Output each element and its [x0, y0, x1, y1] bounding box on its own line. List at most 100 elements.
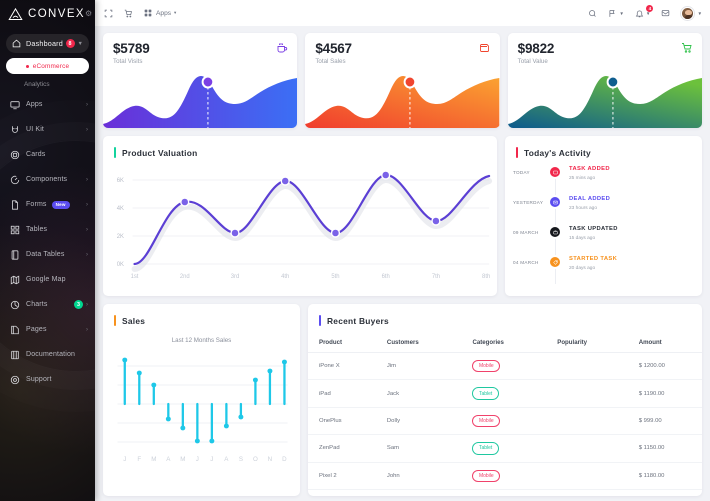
sidebar-label: Tables	[26, 226, 48, 233]
cell-product: OnePlus	[308, 407, 376, 436]
stat-head: $5789 Total Visits	[103, 33, 297, 65]
sidebar-item-cards[interactable]: Cards	[0, 142, 95, 167]
stat-card-total-sales[interactable]: $4567 Total Sales	[305, 33, 500, 128]
cell-product: Pixel 2	[308, 489, 376, 496]
home-icon	[12, 39, 21, 48]
sidebar-subitem-analytics[interactable]: Analytics	[0, 77, 95, 92]
messages-button[interactable]	[661, 9, 670, 18]
stat-card-total-visits[interactable]: $5789 Total Visits	[103, 33, 298, 128]
activity-item[interactable]: 04 MARCH STARTED TASK 20 days ago	[513, 256, 692, 284]
sidebar-item-documentation[interactable]: Documentation	[0, 342, 95, 367]
activity-item[interactable]: 09 MARCH TASK UPDATED 15 days ago	[513, 226, 692, 258]
section-head: Today's Activity	[505, 136, 702, 158]
table-row[interactable]: ZenPad Sam Tablet $ 1150.00	[308, 434, 702, 463]
accent-bar	[114, 147, 116, 158]
cart-icon[interactable]	[124, 9, 133, 18]
sidebar-item-charts[interactable]: Charts 3 ›	[0, 292, 95, 317]
cell-amount: $ 1190.00	[627, 379, 702, 408]
brand[interactable]: CONVEX ⚙	[0, 0, 95, 28]
cell-amount: $ 999.00	[627, 407, 702, 436]
activity-item[interactable]: TODAY TASK ADDED 25 mins ago	[513, 166, 692, 198]
accent-bar	[516, 147, 518, 158]
stat-head: $4567 Total Sales	[305, 33, 499, 65]
table-row[interactable]: iPone X Jim Mobile $ 1200.00	[308, 352, 702, 381]
activity-timeline	[547, 256, 563, 284]
table-body: iPone X Jim Mobile $ 1200.00 iPad Jack T…	[308, 352, 702, 496]
pie-chart-icon	[10, 300, 20, 309]
product-valuation-chart: 6K 4K 2K 0K 1st 2nd 3rd 4th 5th 6th 7th 8th	[117, 170, 493, 280]
sidebar-label: Forms	[26, 201, 47, 208]
sidebar-item-dashboard[interactable]: Dashboard 8 ▼	[6, 34, 89, 53]
sidebar-item-data-tables[interactable]: Data Tables ›	[0, 242, 95, 267]
activity-item[interactable]: YESTERDAY DEAL ADDED 23 hours ago	[513, 196, 692, 228]
table-row[interactable]: OnePlus Dolly Mobile $ 999.00	[308, 407, 702, 436]
cell-product: iPad	[308, 379, 376, 408]
sidebar-item-forms[interactable]: Forms New ›	[0, 192, 95, 217]
sales-title: Sales	[122, 315, 146, 326]
table-row[interactable]: iPad Jack Tablet $ 1190.00	[308, 379, 702, 408]
stat-cards-row: $5789 Total Visits $4567 Total Sales $98…	[103, 33, 702, 128]
sidebar-item-components[interactable]: Components ›	[0, 167, 95, 192]
forms-new-badge: New	[51, 200, 70, 209]
sales-stem-chart: JFM AMJ JAS OND	[117, 357, 288, 463]
total-visits-sparkline	[103, 75, 298, 128]
notifications-button[interactable]: 4 ▼	[635, 4, 654, 18]
message-icon	[662, 9, 670, 16]
stat-card-total-value[interactable]: $9822 Total Value	[507, 33, 702, 128]
category-badge: Mobile	[472, 360, 501, 373]
column-popularity: Popularity	[546, 333, 628, 353]
gear-icon[interactable]: ⚙	[85, 10, 92, 18]
sidebar-label: Charts	[26, 301, 48, 308]
sidebar-item-ui-kit[interactable]: UI Kit ›	[0, 117, 95, 142]
svg-text:4K: 4K	[117, 206, 124, 212]
cell-customer: Dolly	[375, 407, 462, 436]
section-head: Recent Buyers	[308, 304, 702, 326]
activity-timeline	[547, 166, 563, 198]
sidebar-subitem-ecommerce[interactable]: eCommerce	[6, 58, 89, 74]
sidebar-item-google-map[interactable]: Google Map	[0, 267, 95, 292]
svg-text:4th: 4th	[281, 274, 289, 280]
map-icon	[10, 275, 20, 284]
active-dot-icon	[25, 64, 29, 68]
cell-popularity	[546, 489, 628, 496]
sidebar-label: Data Tables	[26, 251, 65, 258]
sidebar-item-support[interactable]: Support	[0, 367, 95, 392]
svg-text:D: D	[282, 456, 287, 463]
activity-text: STARTED TASK 20 days ago	[563, 256, 617, 282]
envelope-icon	[550, 197, 560, 207]
svg-text:F: F	[137, 456, 141, 463]
cell-customer: Sam	[375, 434, 462, 463]
svg-text:0K: 0K	[117, 262, 124, 268]
support-icon	[10, 375, 20, 384]
sidebar-item-pages[interactable]: Pages ›	[0, 317, 95, 342]
sidebar-item-apps[interactable]: Apps ›	[0, 92, 95, 117]
user-menu[interactable]: ▼	[681, 6, 702, 20]
chevron-down-icon: ▼	[697, 10, 702, 16]
product-valuation-card: Product Valuation 6K 4K 2K 0K 1st 2nd 3r…	[103, 136, 497, 296]
svg-text:2K: 2K	[117, 234, 124, 240]
stat-value: $9822	[517, 41, 555, 56]
sidebar-subitem-ecommerce-label: eCommerce	[32, 62, 70, 70]
cell-popularity	[546, 407, 628, 436]
stat-value: $5789	[113, 41, 150, 56]
language-button[interactable]: ▼	[608, 9, 624, 18]
charts-badge: 3	[74, 300, 83, 309]
activity-day: TODAY	[513, 170, 530, 175]
chevron-down-icon: ▼	[77, 40, 83, 47]
svg-text:8th: 8th	[482, 274, 490, 280]
dashboard-badge: 8	[65, 39, 75, 48]
sidebar-item-tables[interactable]: Tables ›	[0, 217, 95, 242]
sidebar-dashboard-label: Dashboard	[26, 39, 63, 48]
cell-amount: $ 1200.00	[627, 352, 702, 381]
table-row[interactable]: Pixel 2 John Mobile $ 1180.00	[308, 462, 702, 490]
brand-name: CONVEX	[28, 8, 85, 20]
search-button[interactable]	[588, 9, 597, 18]
table-row[interactable]: Pixel 2 John Mobile $ 1180.00	[308, 489, 702, 496]
apps-menu[interactable]: Apps ▾	[144, 9, 176, 17]
svg-text:N: N	[268, 456, 273, 463]
expand-icon[interactable]	[104, 9, 113, 18]
file-icon	[12, 199, 18, 210]
section-head: Sales	[103, 304, 300, 326]
sidebar-label: Support	[26, 376, 52, 383]
stat-label: Total Visits	[113, 57, 143, 65]
